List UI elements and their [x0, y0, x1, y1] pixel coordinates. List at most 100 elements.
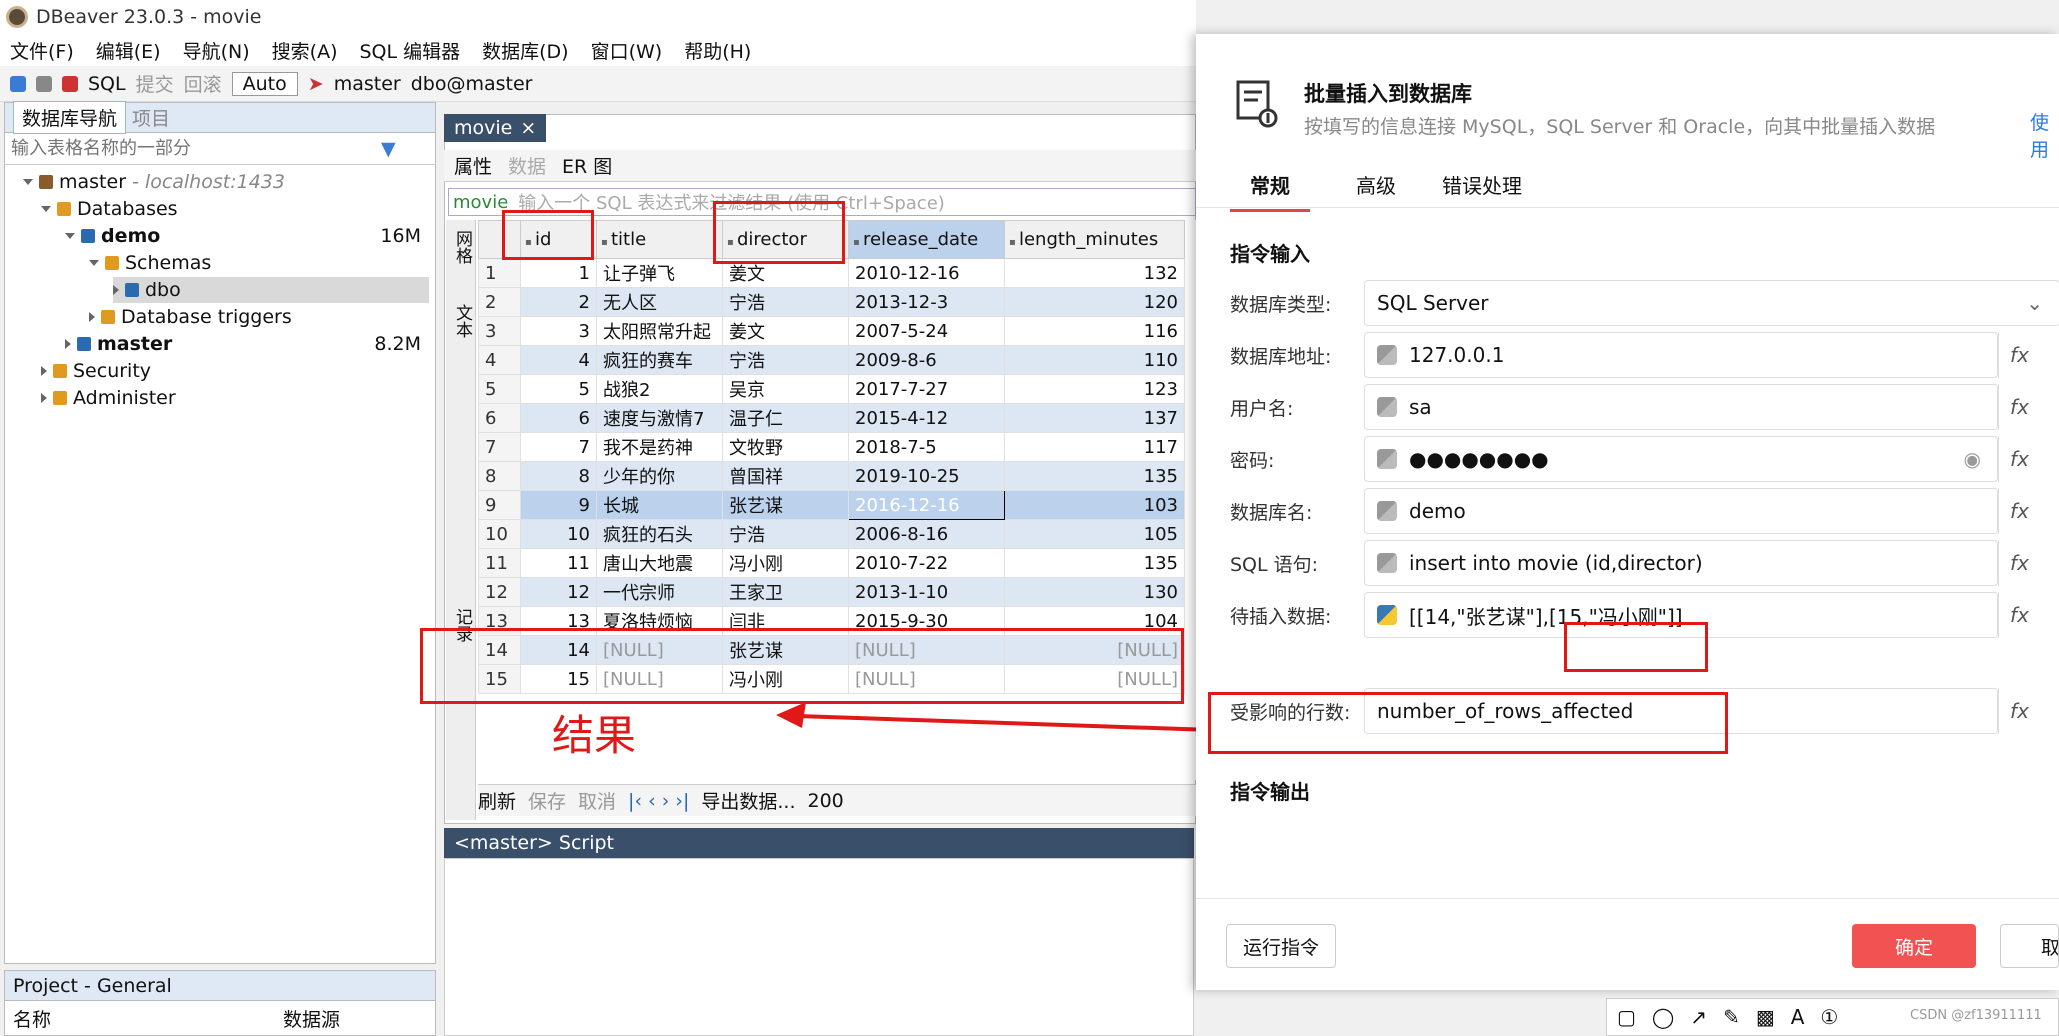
eye-icon[interactable]: ◉: [1964, 447, 1981, 471]
export-data-button[interactable]: 导出数据...: [701, 787, 795, 814]
cell[interactable]: 11: [520, 548, 597, 578]
cell[interactable]: 123: [1004, 374, 1185, 404]
cancel-dialog-button[interactable]: 取: [2000, 924, 2059, 968]
cell[interactable]: [NULL]: [1004, 635, 1185, 665]
rollback-button[interactable]: 回滚: [184, 70, 222, 97]
fx-icon[interactable]: fx: [1998, 436, 2040, 482]
tree-item-1[interactable]: Databases: [41, 196, 429, 222]
cell[interactable]: 120: [1004, 287, 1185, 317]
cell[interactable]: 唐山大地震: [596, 548, 723, 578]
field-input-3[interactable]: ●●●●●●●● ◉: [1364, 436, 1998, 482]
fx-icon[interactable]: fx: [1998, 384, 2040, 430]
cell[interactable]: 疯狂的赛车: [596, 345, 723, 375]
cell[interactable]: 战狼2: [596, 374, 723, 404]
tab-master-script[interactable]: <master> Script: [444, 828, 1194, 858]
field-input-5[interactable]: insert into movie (id,director): [1364, 540, 1998, 586]
expand-icon[interactable]: [23, 179, 33, 185]
cell[interactable]: 长城: [596, 490, 723, 520]
table-row[interactable]: 8 8 少年的你 曾国祥 2019-10-25 135: [478, 461, 1185, 491]
mosaic-icon[interactable]: ▩: [1756, 1005, 1775, 1029]
table-row[interactable]: 11 11 唐山大地震 冯小刚 2010-7-22 135: [478, 548, 1185, 578]
fx-icon[interactable]: fx: [1998, 592, 2040, 638]
tree-item-5[interactable]: Database triggers: [89, 304, 429, 330]
fetch-count[interactable]: 200: [808, 790, 844, 812]
table-row[interactable]: 2 2 无人区 宁浩 2013-12-3 120: [478, 287, 1185, 317]
cell[interactable]: 105: [1004, 519, 1185, 549]
cell[interactable]: 2010-7-22: [848, 548, 1005, 578]
filter-icon[interactable]: ▼: [381, 138, 396, 160]
cell[interactable]: 5: [520, 374, 597, 404]
script-editor[interactable]: [444, 858, 1194, 1036]
cell[interactable]: 2: [520, 287, 597, 317]
tree-item-8[interactable]: Administer: [41, 385, 429, 411]
active-schema-select[interactable]: dbo@master: [411, 73, 533, 95]
cell[interactable]: 夏洛特烦恼: [596, 606, 723, 636]
commit-button[interactable]: 提交: [136, 70, 174, 97]
cell[interactable]: 闫非: [722, 606, 849, 636]
table-row[interactable]: 14 14 [NULL] 张艺谋 [NULL] [NULL]: [478, 635, 1185, 665]
table-row[interactable]: 6 6 速度与激情7 温子仁 2015-4-12 137: [478, 403, 1185, 433]
cell[interactable]: 曾国祥: [722, 461, 849, 491]
expand-icon[interactable]: [41, 393, 47, 403]
expand-icon[interactable]: [41, 366, 47, 376]
cell[interactable]: 2006-8-16: [848, 519, 1005, 549]
refresh-button[interactable]: 刷新: [478, 787, 516, 814]
chevron-down-icon[interactable]: ⌄: [2026, 291, 2043, 315]
tab-movie[interactable]: movie ×: [444, 114, 547, 142]
column-header-length_minutes[interactable]: ▪ length_minutes: [1004, 220, 1185, 259]
fx-icon[interactable]: fx: [1998, 488, 2040, 534]
tree-item-6[interactable]: master 8.2M: [65, 331, 429, 357]
cell[interactable]: 疯狂的石头: [596, 519, 723, 549]
expand-icon[interactable]: [113, 285, 119, 295]
help-link[interactable]: 使用: [2030, 108, 2059, 162]
cell[interactable]: 2015-4-12: [848, 403, 1005, 433]
cell[interactable]: 2018-7-5: [848, 432, 1005, 462]
cell[interactable]: 宁浩: [722, 287, 849, 317]
table-row[interactable]: 9 9 长城 张艺谋 2016-12-16 103: [478, 490, 1185, 520]
tab-advanced[interactable]: 高级: [1356, 170, 1396, 212]
circle-icon[interactable]: ◯: [1652, 1005, 1674, 1029]
column-header-title[interactable]: ▪ title: [596, 220, 723, 259]
tab-project-general[interactable]: Project - General: [13, 975, 172, 997]
cell[interactable]: 117: [1004, 432, 1185, 462]
menu-item-5[interactable]: 数据库(D): [482, 37, 568, 64]
expand-icon[interactable]: [65, 339, 71, 349]
cell[interactable]: 无人区: [596, 287, 723, 317]
run-command-button[interactable]: 运行指令: [1226, 924, 1336, 968]
table-row[interactable]: 1 1 让子弹飞 姜文 2010-12-16 132: [478, 258, 1185, 288]
field-input-7[interactable]: number_of_rows_affected: [1364, 688, 1998, 734]
table-row[interactable]: 15 15 [NULL] 冯小刚 [NULL] [NULL]: [478, 664, 1185, 694]
fx-icon[interactable]: fx: [1998, 540, 2040, 586]
tab-projects[interactable]: 项目: [132, 104, 170, 131]
tree-item-0[interactable]: master - localhost:1433: [23, 169, 429, 195]
pen-icon[interactable]: ✎: [1723, 1005, 1740, 1029]
field-input-2[interactable]: sa: [1364, 384, 1998, 430]
cell[interactable]: 6: [520, 403, 597, 433]
cell[interactable]: 2015-9-30: [848, 606, 1005, 636]
tree-item-2[interactable]: demo 16M: [65, 223, 429, 249]
ok-button[interactable]: 确定: [1852, 924, 1976, 968]
cell[interactable]: 8: [520, 461, 597, 491]
filter-bar[interactable]: movie 输入一个 SQL 表达式来过滤结果 (使用 Ctrl+Space): [448, 188, 1196, 216]
menu-item-1[interactable]: 编辑(E): [96, 37, 161, 64]
field-input-0[interactable]: SQL Server ⌄: [1364, 280, 2059, 326]
cell[interactable]: 我不是药神: [596, 432, 723, 462]
table-row[interactable]: 5 5 战狼2 吴京 2017-7-27 123: [478, 374, 1185, 404]
cell[interactable]: 2013-12-3: [848, 287, 1005, 317]
cancel-button[interactable]: 取消: [578, 787, 616, 814]
fx-icon[interactable]: fx: [1998, 332, 2040, 378]
cell[interactable]: 103: [1004, 490, 1185, 520]
expand-icon[interactable]: [65, 233, 75, 239]
expand-icon[interactable]: [41, 206, 51, 212]
cell[interactable]: [NULL]: [596, 664, 723, 694]
number-icon[interactable]: ①: [1820, 1005, 1838, 1029]
cell[interactable]: 冯小刚: [722, 548, 849, 578]
new-connection-icon[interactable]: [10, 75, 26, 92]
cell[interactable]: 文牧野: [722, 432, 849, 462]
cell[interactable]: 10: [520, 519, 597, 549]
cell[interactable]: 一代宗师: [596, 577, 723, 607]
tab-grid[interactable]: 网格: [450, 230, 475, 264]
cell[interactable]: 让子弹飞: [596, 258, 723, 288]
navigator-search-input[interactable]: [11, 138, 381, 159]
cell[interactable]: 9: [520, 490, 597, 520]
